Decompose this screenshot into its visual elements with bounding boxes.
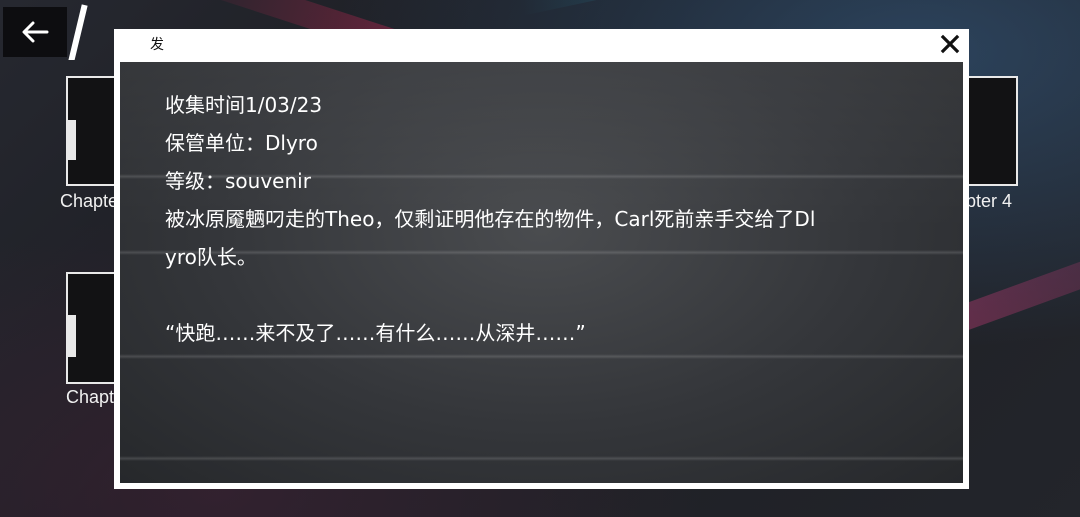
close-x-icon[interactable] <box>939 33 961 55</box>
arrow-left-icon <box>22 21 49 43</box>
custodian-text: 保管单位：Dlyro <box>165 131 318 155</box>
decor-scanline <box>120 456 963 461</box>
item-description: 收集时间1/03/23 保管单位：Dlyro 等级：souvenir 被冰原魇魉… <box>165 86 925 352</box>
decor-scanline <box>120 354 963 359</box>
item-detail-dialog: 发 收集时间1/03/23 保管单位：Dlyro 等级：souvenir 被冰原… <box>114 29 969 489</box>
chapter-card-label: Chapt <box>66 387 115 407</box>
dialog-title: 发 <box>150 37 164 53</box>
chapter-card-label: pter 4 <box>966 191 1013 211</box>
collect-time-text: 收集时间1/03/23 <box>165 93 323 117</box>
level-text: 等级：souvenir <box>165 169 311 193</box>
back-button[interactable] <box>3 7 67 57</box>
header-divider-slash <box>68 4 88 60</box>
card-notch <box>66 315 76 357</box>
dialog-body: 收集时间1/03/23 保管单位：Dlyro 等级：souvenir 被冰原魇魉… <box>120 62 963 483</box>
description-line: 被冰原魇魉叼走的Theo，仅剩证明他存在的物件，Carl死前亲手交给了Dl <box>165 207 816 231</box>
chapter-card-label: Chapte <box>60 191 119 211</box>
description-line: yro队长。 <box>165 245 257 269</box>
card-notch <box>66 120 76 160</box>
background-stripe <box>517 0 1080 16</box>
game-screen: Chapte Chapt pter 4 发 收集时间1/03/23 保管单位：D… <box>0 0 1080 517</box>
quote-text: “快跑……来不及了……有什么……从深井……” <box>165 321 586 345</box>
